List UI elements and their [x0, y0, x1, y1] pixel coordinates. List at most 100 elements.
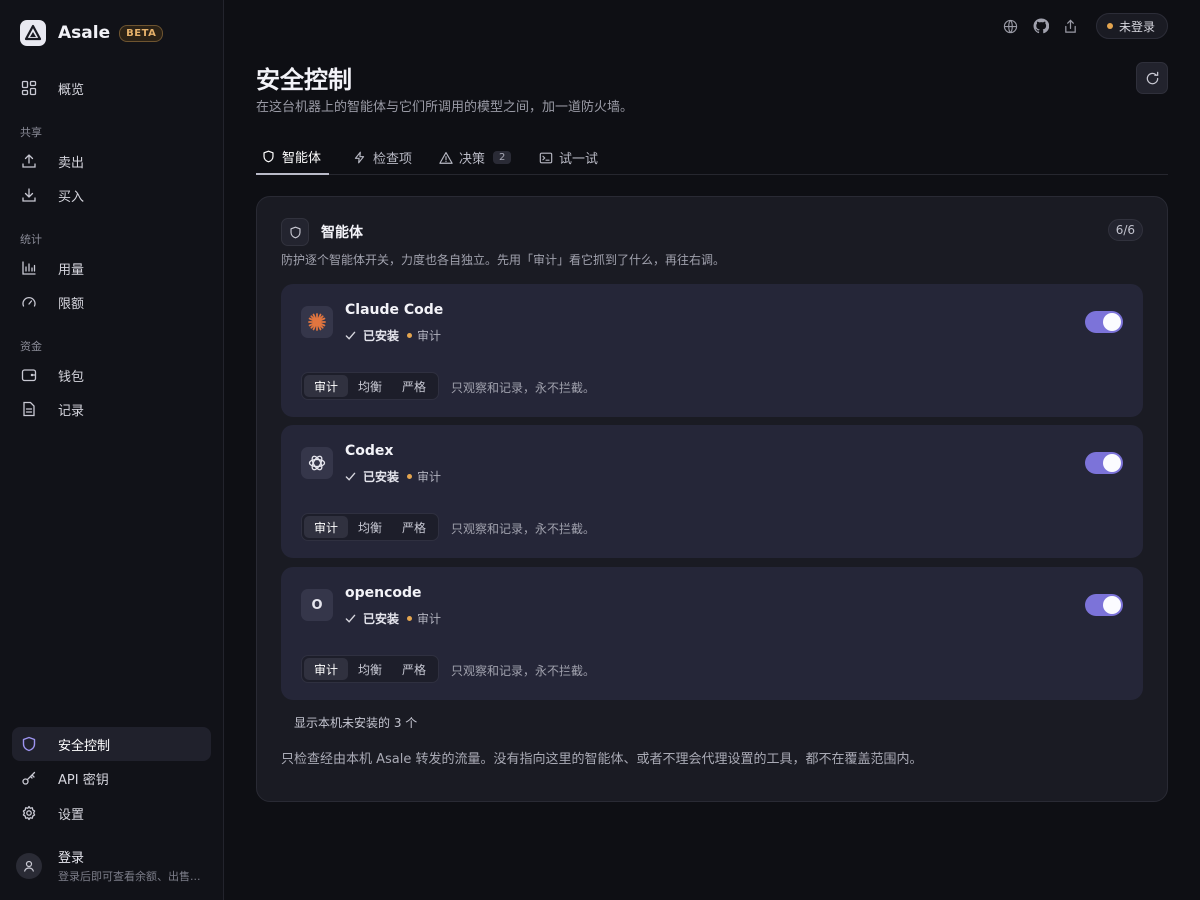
- level-description: 只观察和记录，永不拦截。: [451, 664, 596, 678]
- coverage-footnote: 只检查经由本机 Asale 转发的流量。没有指向这里的智能体、或者不理会代理设置…: [281, 752, 923, 767]
- opencode-logo-icon: O: [301, 589, 333, 621]
- refresh-icon: [1146, 71, 1158, 84]
- account[interactable]: 登录 登录后即可查看余额、出售...: [16, 847, 216, 884]
- level-description: 只观察和记录，永不拦截。: [451, 522, 596, 536]
- panel-description: 防护逐个智能体开关，力度也各自独立。先用「审计」看它抓到了什么，再往右调。: [281, 253, 726, 267]
- agent-status: 已安装 审计: [345, 468, 441, 485]
- sidebar-item-label: 限额: [58, 296, 85, 312]
- agent-status: 已安装 审计: [345, 610, 441, 627]
- agent-card-codex: Codex 已安装 审计 审计 均衡 严格 只观察和记录，永不拦截。: [281, 425, 1143, 558]
- status-dot: [407, 616, 413, 621]
- claude-logo-icon: [301, 306, 333, 338]
- show-uninstalled-link[interactable]: 显示本机未安装的 3 个: [294, 714, 417, 731]
- key-icon: [20, 769, 38, 787]
- sidebar-item-quota[interactable]: 限额: [12, 285, 211, 319]
- sidebar-item-label: 卖出: [58, 155, 85, 171]
- sidebar-item-wallet[interactable]: 钱包: [12, 358, 211, 392]
- agent-count-badge: 6/6: [1107, 219, 1143, 241]
- refresh-button[interactable]: [1136, 62, 1168, 94]
- github-icon[interactable]: [1026, 13, 1056, 39]
- tab-label: 智能体: [282, 151, 322, 166]
- status-dot: [407, 333, 413, 338]
- sidebar-item-api-keys[interactable]: API 密钥: [12, 761, 211, 795]
- sidebar-item-label: 记录: [58, 403, 85, 419]
- mode-label: 审计: [417, 329, 442, 343]
- asale-logo-icon: [20, 20, 46, 46]
- status-dot: [1106, 23, 1113, 29]
- agent-enable-toggle[interactable]: [1085, 311, 1123, 333]
- check-icon: [345, 613, 357, 625]
- toggle-knob: [1103, 454, 1121, 472]
- installed-label: 已安装: [363, 329, 400, 343]
- tab-bar: 智能体 检查项 决策 2 试一试: [256, 140, 1168, 175]
- login-status-button[interactable]: 未登录: [1095, 13, 1168, 39]
- sidebar-item-label: 钱包: [58, 369, 85, 385]
- sidebar-item-sell[interactable]: 卖出: [12, 144, 211, 178]
- level-balanced-button[interactable]: 均衡: [348, 658, 392, 680]
- openai-logo-icon: [301, 447, 333, 479]
- agent-name: Claude Code: [345, 302, 444, 318]
- main-content: 未登录 安全控制 在这台机器上的智能体与它们所调用的模型之间，加一道防火墙。 智…: [224, 0, 1200, 900]
- level-balanced-button[interactable]: 均衡: [348, 375, 392, 397]
- nav-group-funds: 资金: [20, 340, 42, 353]
- shield-icon: [20, 735, 38, 753]
- mode-label: 审计: [417, 470, 442, 484]
- dashboard-icon: [20, 79, 38, 97]
- agent-status: 已安装 审计: [345, 327, 441, 344]
- tab-decisions[interactable]: 决策 2: [433, 140, 517, 175]
- sidebar: Asale BETA 概览 共享 卖出 买入 统计 用量 限额 资金 钱包 记录…: [0, 0, 224, 900]
- sidebar-item-buy[interactable]: 买入: [12, 178, 211, 212]
- sidebar-item-usage[interactable]: 用量: [12, 251, 211, 285]
- tab-checks[interactable]: 检查项: [347, 140, 418, 175]
- nav-group-stats: 统计: [20, 233, 42, 246]
- page-subtitle: 在这台机器上的智能体与它们所调用的模型之间，加一道防火墙。: [256, 100, 634, 115]
- agent-card-claude-code: Claude Code 已安装 审计 审计 均衡 严格 只观察和记录，永不拦截。: [281, 284, 1143, 417]
- tab-agents[interactable]: 智能体: [256, 140, 329, 175]
- level-strict-button[interactable]: 严格: [392, 658, 436, 680]
- installed-label: 已安装: [363, 612, 400, 626]
- level-balanced-button[interactable]: 均衡: [348, 516, 392, 538]
- sidebar-item-settings[interactable]: 设置: [12, 796, 211, 830]
- lightning-icon: [353, 151, 367, 165]
- agents-panel: 智能体 6/6 防护逐个智能体开关，力度也各自独立。先用「审计」看它抓到了什么，…: [256, 196, 1168, 802]
- protection-level-selector: 审计 均衡 严格: [301, 372, 440, 400]
- mode-label: 审计: [417, 612, 442, 626]
- topbar: 未登录: [996, 13, 1168, 39]
- sidebar-item-records[interactable]: 记录: [12, 392, 211, 426]
- page-title: 安全控制: [256, 66, 352, 94]
- panel-title: 智能体: [321, 225, 363, 241]
- level-audit-button[interactable]: 审计: [304, 375, 349, 397]
- sidebar-item-overview[interactable]: 概览: [12, 71, 211, 105]
- agent-card-opencode: O opencode 已安装 审计 审计 均衡 严格 只观察和记录，永不拦截。: [281, 567, 1143, 700]
- level-strict-button[interactable]: 严格: [392, 375, 436, 397]
- check-icon: [345, 471, 357, 483]
- share-icon[interactable]: [1056, 13, 1086, 39]
- document-icon: [20, 400, 38, 418]
- agent-name: Codex: [345, 443, 394, 459]
- beta-badge: BETA: [119, 24, 164, 42]
- terminal-icon: [539, 151, 553, 165]
- level-audit-button[interactable]: 审计: [304, 516, 349, 538]
- login-status-label: 未登录: [1118, 19, 1155, 34]
- level-audit-button[interactable]: 审计: [304, 658, 349, 680]
- globe-icon[interactable]: [996, 13, 1026, 39]
- tab-label: 试一试: [559, 152, 599, 167]
- upload-icon: [20, 152, 38, 170]
- shield-icon: [281, 218, 309, 246]
- status-dot: [407, 474, 413, 479]
- agent-enable-toggle[interactable]: [1085, 452, 1123, 474]
- sidebar-item-label: 用量: [58, 262, 85, 278]
- toggle-knob: [1103, 313, 1121, 331]
- agent-enable-toggle[interactable]: [1085, 594, 1123, 616]
- bar-chart-icon: [20, 259, 38, 277]
- tab-label: 检查项: [373, 152, 413, 167]
- sidebar-item-label: 概览: [58, 82, 85, 98]
- brand[interactable]: Asale BETA: [20, 19, 164, 47]
- protection-level-selector: 审计 均衡 严格: [301, 655, 440, 683]
- level-strict-button[interactable]: 严格: [392, 516, 436, 538]
- sidebar-item-label: 设置: [58, 807, 85, 823]
- tab-try-it[interactable]: 试一试: [533, 140, 604, 175]
- check-icon: [345, 330, 357, 342]
- sidebar-item-security[interactable]: 安全控制: [12, 727, 211, 761]
- shield-icon: [262, 150, 276, 164]
